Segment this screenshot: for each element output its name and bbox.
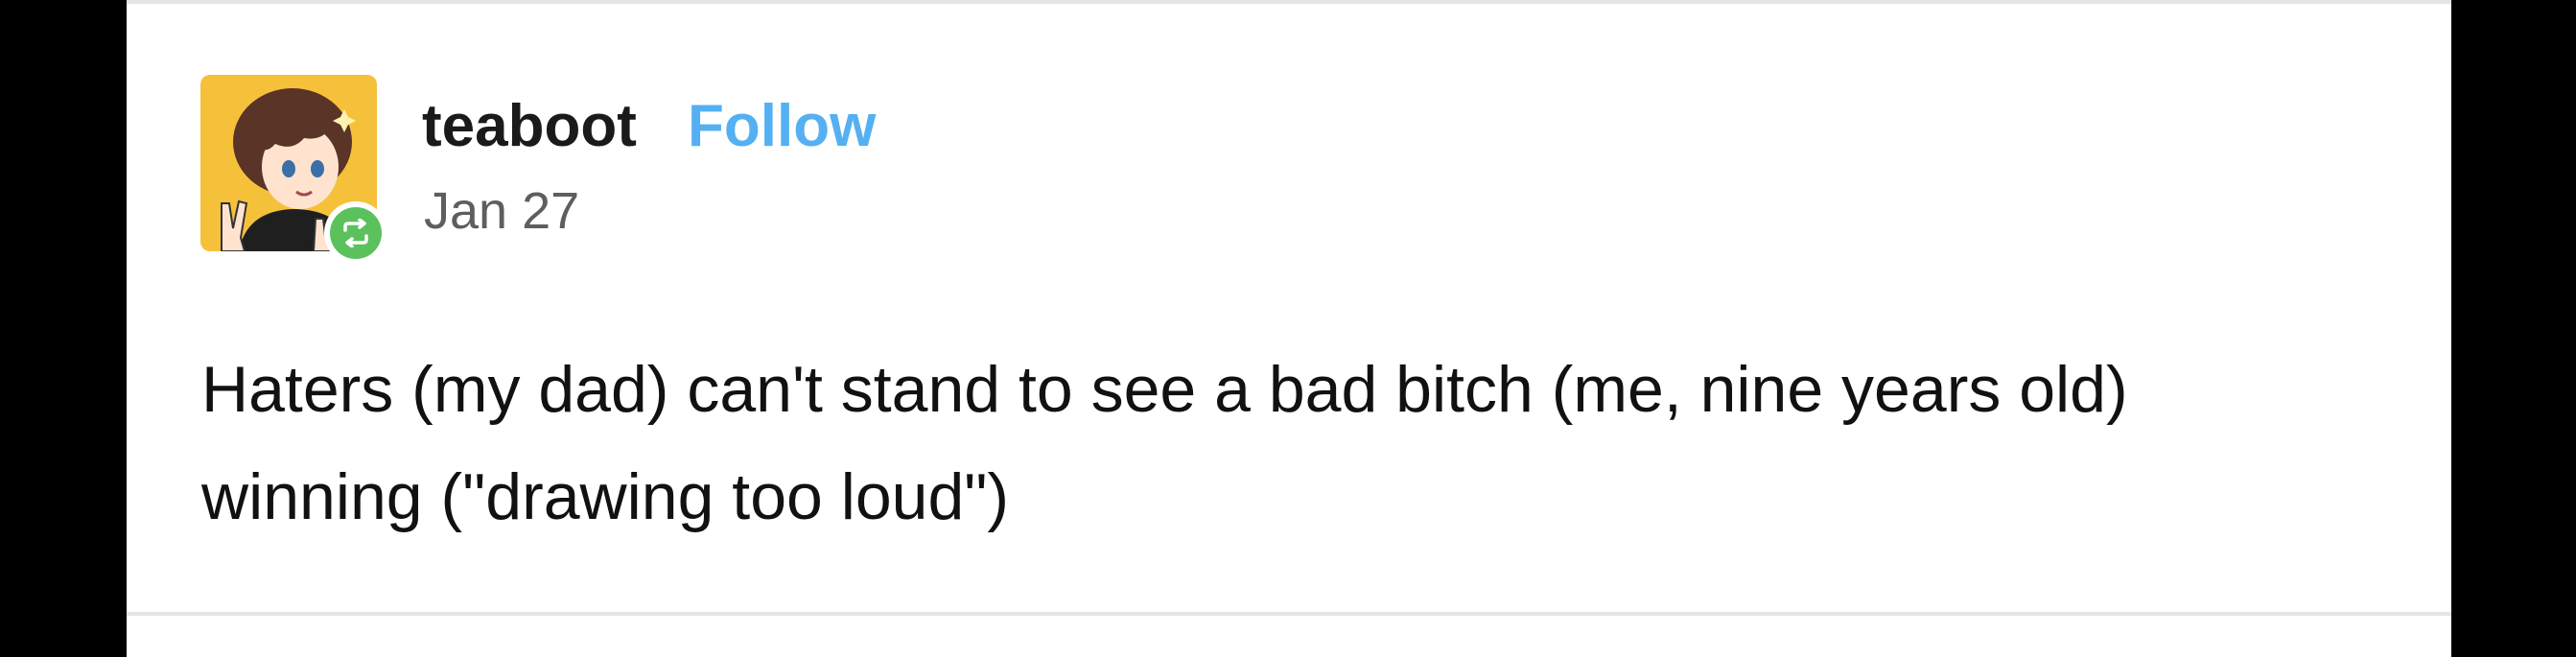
post-card: teaboot Follow Jan 27 Haters (my dad) ca… (127, 0, 2451, 657)
screenshot-frame: teaboot Follow Jan 27 Haters (my dad) ca… (0, 0, 2576, 657)
post-date[interactable]: Jan 27 (424, 178, 579, 244)
post-author-username[interactable]: teaboot (422, 88, 637, 165)
post-body-line: winning ("drawing too loud") (201, 460, 1010, 533)
follow-button[interactable]: Follow (688, 88, 876, 165)
bottom-divider (127, 612, 2451, 616)
post-body-line: Haters (my dad) can't stand to see a bad… (201, 353, 2128, 426)
post-body: Haters (my dad) can't stand to see a bad… (201, 336, 2436, 551)
reblog-icon (330, 207, 382, 259)
reblog-badge (324, 201, 387, 265)
top-divider (127, 0, 2451, 4)
